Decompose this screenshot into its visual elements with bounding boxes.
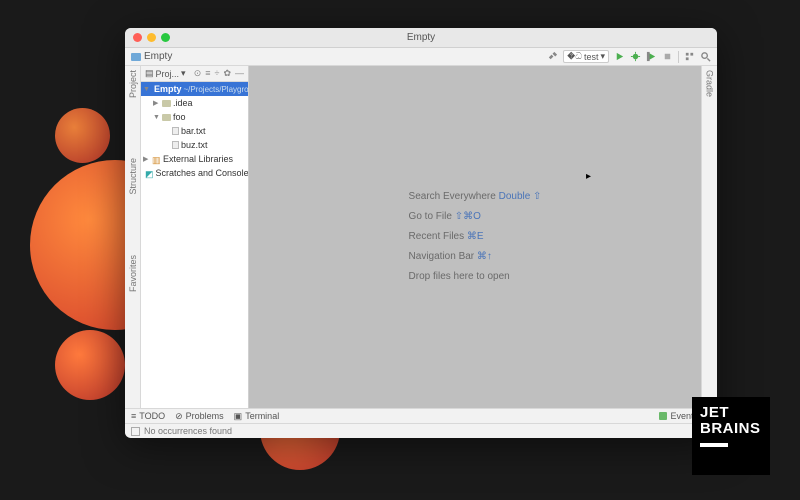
folder-icon [162,100,171,107]
tree-external-libraries[interactable]: ▶▥External Libraries [141,152,248,166]
tool-windows-toggle-icon[interactable] [131,427,140,436]
navigation-bar: Empty �ධ test ▾ [125,48,717,66]
structure-tool-button[interactable]: Structure [128,158,138,195]
hint-search-key: Double ⇧ [499,191,542,202]
tree-item-label: bar.txt [181,126,206,136]
right-tool-gutter: Gradle [701,66,717,408]
jetbrains-logo: JET BRAINS [692,397,770,475]
brand-line2: BRAINS [700,421,762,437]
project-icon [131,53,141,61]
tree-item-label: Scratches and Consoles [156,168,248,178]
file-icon [172,141,179,149]
tree-item-label: foo [173,112,186,122]
status-bar: No occurrences found [125,423,717,438]
expand-all-icon[interactable]: ≡ [205,68,210,79]
gradle-tool-button[interactable]: Gradle [705,70,715,97]
brand-line1: JET [700,405,762,421]
titlebar: Empty [125,28,717,48]
tree-root[interactable]: ▼ Empty ~/Projects/Playgrou [141,82,248,96]
select-opened-file-icon[interactable]: ⊙ [194,68,202,79]
hint-gotofile-label: Go to File [409,211,455,222]
hint-recent-key: ⌘E [467,231,484,242]
tree-root-label: Empty [154,84,182,94]
build-icon[interactable] [547,51,558,62]
hint-search-label: Search Everywhere [409,191,499,202]
hint-navbar-label: Navigation Bar [409,251,477,262]
scratch-icon: ◩ [145,169,154,178]
hint-navbar-key: ⌘↑ [477,251,492,262]
tree-buz-file[interactable]: buz.txt [141,138,248,152]
hint-gotofile-key: ⇧⌘O [455,211,481,222]
terminal-label: Terminal [245,411,279,421]
ide-window: Empty Empty �ධ test ▾ Project Structure … [125,28,717,438]
folder-icon [162,114,171,121]
tree-item-label: External Libraries [163,154,233,164]
tree-item-label: buz.txt [181,140,208,150]
project-sidebar: ▤ Proj...▾ ⊙ ≡ ÷ ✿ — ▼ Empty ~/Projects/… [141,66,249,408]
stop-button[interactable] [662,51,673,62]
collapse-all-icon[interactable]: ÷ [215,68,220,79]
problems-tool-button[interactable]: ⊘ Problems [175,411,224,422]
run-button[interactable] [614,51,625,62]
project-structure-icon[interactable] [684,51,695,62]
todo-tool-button[interactable]: ≡ TODO [131,411,165,421]
run-config-label: test [584,52,599,62]
hide-sidebar-icon[interactable]: — [235,68,244,79]
tree-scratches[interactable]: ◩Scratches and Consoles [141,166,248,180]
todo-label: TODO [139,411,165,421]
cursor-icon: ▸ [586,171,591,182]
search-icon[interactable] [700,51,711,62]
tree-idea-folder[interactable]: ▶.idea [141,96,248,110]
sidebar-header: ▤ Proj...▾ ⊙ ≡ ÷ ✿ — [141,66,248,82]
project-tree: ▼ Empty ~/Projects/Playgrou ▶.idea ▼foo … [141,82,248,408]
file-icon [172,127,179,135]
hint-recent-label: Recent Files [409,231,467,242]
library-icon: ▥ [152,155,161,164]
breadcrumb-root[interactable]: Empty [144,51,172,62]
status-text: No occurrences found [144,426,232,436]
bottom-tool-bar: ≡ TODO ⊘ Problems ▣ Terminal Event Log [125,408,717,423]
terminal-tool-button[interactable]: ▣ Terminal [234,411,280,422]
run-config-selector[interactable]: �ධ test ▾ [563,50,609,63]
tree-item-label: .idea [173,98,193,108]
problems-label: Problems [186,411,224,421]
editor-empty-area[interactable]: ▸ Search Everywhere Double ⇧ Go to File … [249,66,701,408]
left-tool-gutter: Project Structure Favorites [125,66,141,408]
event-log-icon [659,412,667,420]
tree-bar-file[interactable]: bar.txt [141,124,248,138]
run-with-coverage-button[interactable] [646,51,657,62]
separator [678,51,679,63]
sidebar-title[interactable]: Proj... [156,69,180,79]
tree-root-path: ~/Projects/Playgrou [183,85,248,94]
window-title: Empty [125,32,717,43]
editor-hints: Search Everywhere Double ⇧ Go to File ⇧⌘… [409,187,542,287]
tree-foo-folder[interactable]: ▼foo [141,110,248,124]
project-tool-button[interactable]: Project [128,70,138,98]
debug-button[interactable] [630,51,641,62]
settings-icon[interactable]: ✿ [223,68,231,79]
favorites-tool-button[interactable]: Favorites [128,255,138,292]
hint-drop: Drop files here to open [409,271,510,282]
